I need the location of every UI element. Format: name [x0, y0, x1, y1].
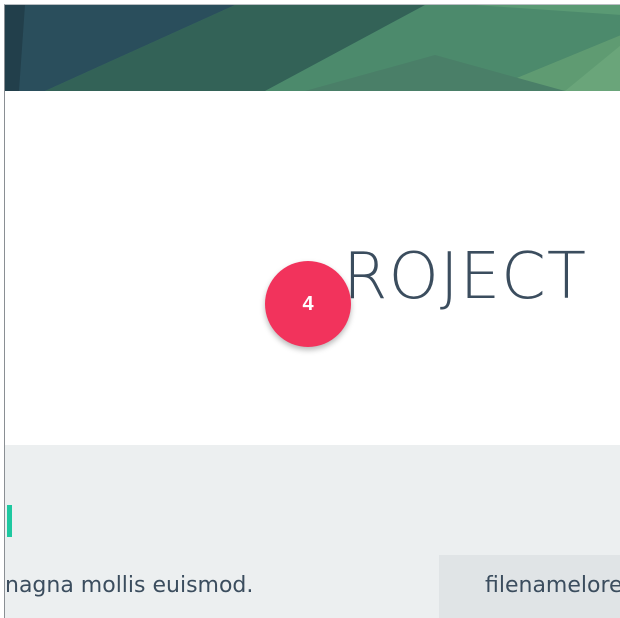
step-badge-number: 4: [302, 292, 314, 315]
hero-section: ROJECT 4: [5, 91, 620, 445]
content-section: nagna mollis euismod. filenamelore: [5, 445, 620, 618]
file-name: filenamelore: [485, 573, 620, 598]
page-frame: ROJECT 4 nagna mollis euismod. filenamel…: [4, 4, 620, 618]
accent-bar: [7, 505, 12, 537]
step-badge[interactable]: 4: [265, 261, 351, 347]
hero-title: ROJECT: [343, 240, 587, 314]
body-text: nagna mollis euismod.: [5, 573, 254, 598]
banner-polygon-art: [5, 5, 620, 91]
file-chip[interactable]: filenamelore: [439, 555, 620, 618]
header-banner: [5, 5, 620, 91]
